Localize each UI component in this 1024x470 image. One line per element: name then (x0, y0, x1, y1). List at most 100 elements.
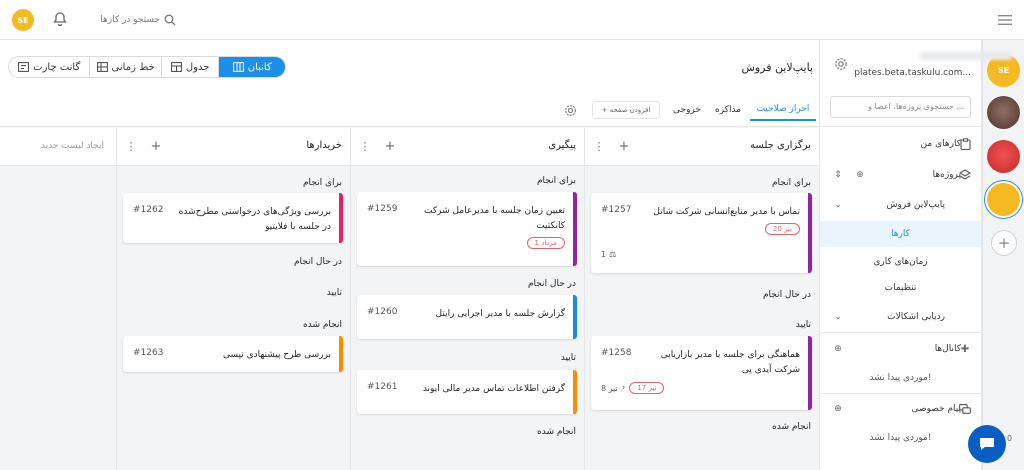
sidebar-item-label: کارهای من (920, 139, 961, 149)
more-vertical-icon[interactable]: ⋮ (126, 139, 137, 153)
support-chat-button[interactable] (968, 425, 1006, 463)
more-vertical-icon[interactable]: ⋮ (594, 139, 605, 153)
tab-label: خروجی (673, 105, 701, 115)
section-label: در حال انجام (762, 290, 811, 300)
sidebar-item-label: زمان‌های کاری (873, 257, 928, 267)
view-gantt[interactable]: گانت چارت (9, 57, 91, 77)
sidebar: plates.beta.taskulu.com... جستجوی پروژه‌… (819, 40, 1012, 470)
chevron-down-icon[interactable]: ⌄ (832, 311, 844, 323)
due-date-badge: 1 مرداد (526, 237, 565, 249)
add-card-icon[interactable]: + (383, 139, 397, 154)
project-search-placeholder: جستجوی پروژه‌ها، اعضا و ... (868, 102, 964, 111)
task-card[interactable]: بررسی ویژگی‌های درخواستی مطرح‌شده در جلس… (123, 193, 343, 243)
sidebar-item-my-tasks[interactable]: کارهای من (820, 132, 981, 156)
table-icon (171, 62, 182, 72)
view-kanban-label: کانبان (247, 61, 272, 73)
card-color-bar (573, 192, 577, 266)
workspace-avatar-3[interactable] (987, 140, 1020, 173)
task-card[interactable]: گزارش جلسه با مدیر اجرایی رایتل #1260 (357, 295, 577, 339)
new-list-label: ایجاد لیست جدید (40, 141, 104, 151)
add-project-icon[interactable]: ⊕ (854, 169, 866, 181)
card-title: بررسی ویژگی‌های درخواستی مطرح‌شده در جلس… (178, 207, 331, 232)
more-vertical-icon[interactable]: ⋮ (360, 139, 371, 153)
column-header: برگزاری جلسه ⋮ + (584, 128, 819, 166)
add-message-icon[interactable]: ⊕ (832, 403, 844, 415)
card-title: هماهنگی برای جلسه با مدیر بازاریابی شرکت… (660, 350, 800, 375)
sidebar-item-label: کارها (891, 229, 910, 239)
board-settings-gear-icon[interactable] (564, 104, 577, 117)
add-channel-icon[interactable]: ⊕ (832, 343, 844, 355)
channels-empty: موردی پیدا نشد! (820, 366, 981, 390)
section-label: انجام شده (772, 422, 811, 432)
workspace-avatar-2[interactable] (987, 96, 1020, 129)
section-label: برای انجام (536, 176, 576, 186)
project-search-input[interactable]: جستجوی پروژه‌ها، اعضا و ... (830, 96, 971, 118)
view-timeline-label: خط زمانی (111, 61, 155, 73)
add-card-icon[interactable]: + (617, 139, 631, 154)
view-kanban[interactable]: کانبان (219, 57, 285, 77)
sidebar-item-label: پایپ‌لاین فروش (886, 200, 945, 210)
section-label: انجام شده (537, 427, 576, 437)
card-id: #1258 (601, 348, 632, 358)
section-label: تایید (326, 288, 342, 298)
view-timeline[interactable]: خط زمانی (90, 57, 162, 77)
workspace-avatar-active[interactable] (987, 183, 1020, 216)
chevron-down-icon[interactable]: ⌄ (832, 199, 844, 211)
add-page-button[interactable]: + افزودن صفحه (592, 101, 660, 119)
section-label: برای انجام (302, 178, 342, 188)
task-card[interactable]: تماس با مدیر منابع‌انسانی شرکت شاتل #125… (591, 193, 812, 273)
workspace-url: plates.beta.taskulu.com... (854, 68, 971, 78)
task-card[interactable]: بررسی طرح پیشنهادی تپسی #1263 (123, 336, 343, 372)
chat-bubble-icon (978, 436, 996, 452)
bell-icon[interactable] (52, 11, 68, 27)
tab-qualification[interactable]: احراز صلاحیت (750, 99, 816, 121)
chat-icon (959, 403, 971, 415)
card-color-bar (808, 193, 812, 273)
card-dates: 8 تیر › 17 تیر (601, 382, 665, 394)
view-gantt-label: گانت چارت (33, 61, 81, 73)
scale-icon: ⚖ (609, 250, 617, 259)
card-id: #1259 (367, 204, 398, 214)
add-card-icon[interactable]: + (149, 139, 163, 154)
task-search[interactable]: جستجو در کارها (86, 11, 176, 29)
sidebar-item-worktime[interactable]: زمان‌های کاری (820, 250, 981, 274)
task-card[interactable]: هماهنگی برای جلسه با مدیر بازاریابی شرکت… (591, 336, 812, 410)
task-card[interactable]: گرفتن اطلاعات تماس مدیر مالی ایوند #1261 (357, 370, 577, 414)
task-card[interactable]: تعیین زمان جلسه با مدیرعامل شرکت کانکتیت… (357, 192, 577, 266)
empty-label: موردی پیدا نشد! (869, 373, 932, 383)
due-date-badge: 17 تیر (629, 382, 665, 394)
sort-icon[interactable]: ⇕ (832, 169, 844, 181)
card-id: #1263 (133, 348, 164, 358)
view-table[interactable]: جدول (162, 57, 220, 77)
sidebar-item-issue-tracking[interactable]: ردیابی اشکالات ⌄ (820, 305, 981, 329)
workspace-rail: SE + 0 (982, 40, 1024, 470)
sidebar-item-project[interactable]: پایپ‌لاین فروش ⌄ (820, 193, 981, 217)
card-id: #1260 (367, 307, 398, 317)
add-workspace-button[interactable]: + (991, 230, 1017, 256)
section-label: در حال انجام (527, 279, 576, 289)
layers-icon (959, 169, 971, 181)
view-table-label: جدول (185, 61, 210, 73)
sidebar-item-label: تنظیمات (884, 283, 917, 293)
card-color-bar (339, 193, 343, 243)
card-title: تماس با مدیر منابع‌انسانی شرکت شاتل (653, 207, 800, 217)
sidebar-item-tasks[interactable]: کارها (820, 221, 981, 247)
tab-output[interactable]: خروجی (668, 99, 706, 121)
section-label: تایید (795, 320, 811, 330)
start-date: 8 تیر (601, 383, 618, 393)
divider (820, 393, 981, 394)
timeline-icon (96, 62, 108, 72)
hamburger-menu-icon[interactable] (998, 14, 1012, 26)
card-color-bar (339, 336, 343, 372)
new-list-header[interactable]: ایجاد لیست جدید (0, 128, 116, 166)
tab-negotiation[interactable]: مذاکره (708, 99, 748, 121)
sidebar-item-settings[interactable]: تنظیمات (820, 276, 981, 300)
column-header: پیگیری ⋮ + (350, 128, 584, 166)
sidebar-item-channels[interactable]: کانال‌ها ✚ ⊕ (820, 337, 981, 361)
sidebar-item-private-messages[interactable]: پیام خصوصی ⊕ (820, 397, 981, 421)
sidebar-item-projects[interactable]: پروژه‌ها ⊕ ⇕ (820, 163, 981, 187)
section-label: در حال انجام (293, 257, 342, 267)
user-avatar[interactable]: SE (12, 9, 34, 31)
column-body: برای انجام تعیین زمان جلسه با مدیرعامل ش… (350, 166, 584, 470)
settings-gear-icon[interactable] (834, 57, 848, 71)
